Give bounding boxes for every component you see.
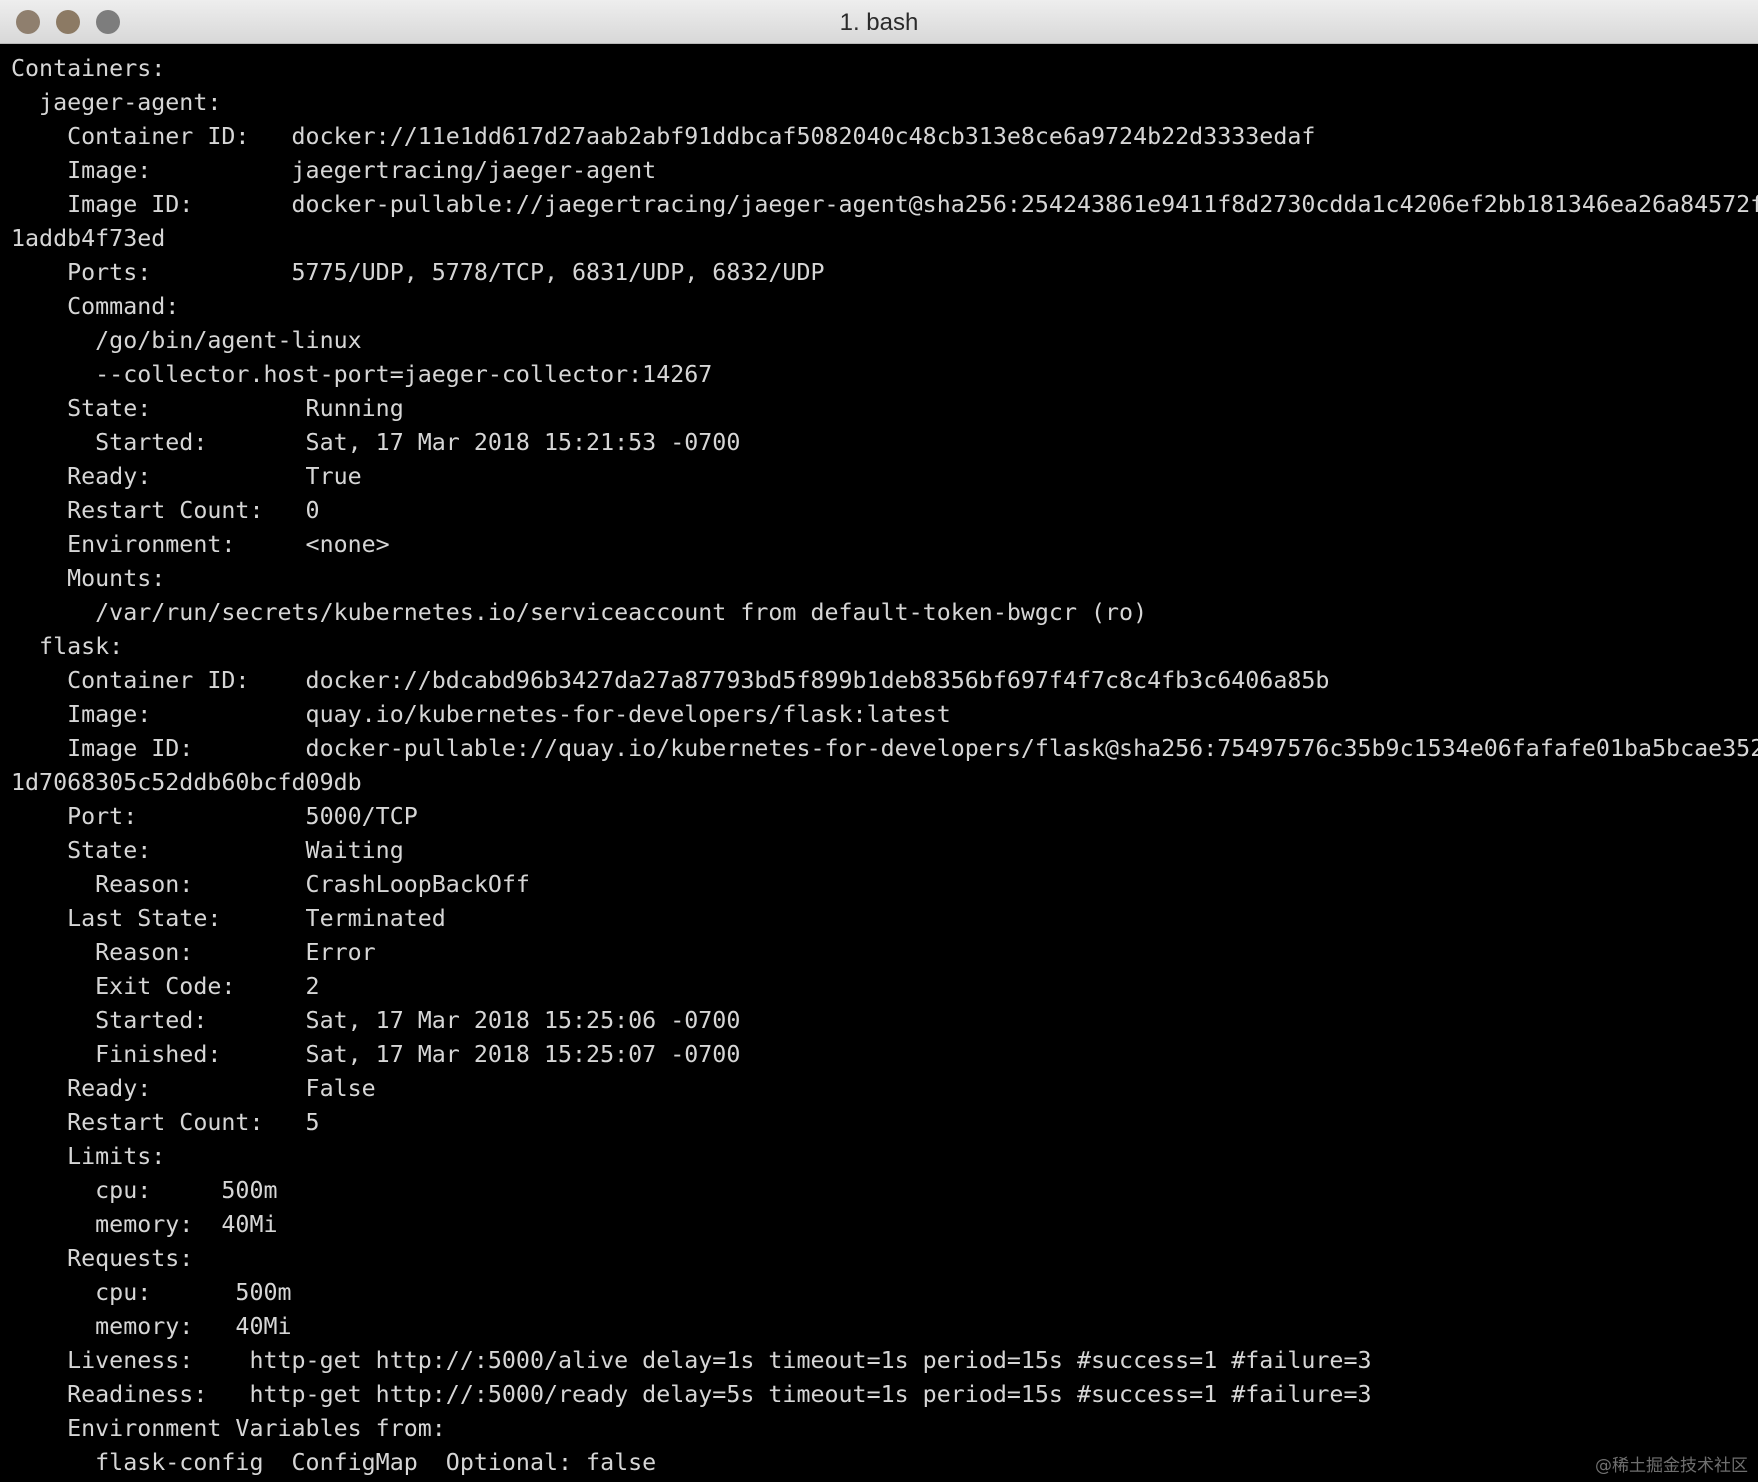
terminal-line: jaeger-agent: [11, 89, 222, 116]
terminal-line: /var/run/secrets/kubernetes.io/serviceac… [11, 599, 1148, 626]
terminal-output[interactable]: Containers: jaeger-agent: Container ID: … [11, 52, 1758, 1482]
terminal-line: Reason: Error [11, 939, 376, 966]
title-bar[interactable]: 1. bash [0, 0, 1758, 44]
terminal-line: memory: 40Mi [11, 1211, 278, 1238]
terminal-line: 1addb4f73ed [11, 225, 166, 252]
terminal-line: flask-config ConfigMap Optional: false [11, 1449, 657, 1476]
terminal-line: Ready: False [11, 1075, 376, 1102]
terminal-line: Requests: [11, 1245, 194, 1272]
terminal-line: Mounts: [11, 565, 166, 592]
terminal-line: Limits: [11, 1143, 166, 1170]
terminal-line: Image: jaegertracing/jaeger-agent [11, 157, 657, 184]
terminal-line: /go/bin/agent-linux [11, 327, 362, 354]
terminal-line: memory: 40Mi [11, 1313, 292, 1340]
terminal-line: Finished: Sat, 17 Mar 2018 15:25:07 -070… [11, 1041, 741, 1068]
terminal-line: Ports: 5775/UDP, 5778/TCP, 6831/UDP, 683… [11, 259, 825, 286]
watermark: @稀土掘金技术社区 [1595, 1456, 1748, 1476]
terminal-line: flask: [11, 633, 124, 660]
terminal-line: Command: [11, 293, 180, 320]
terminal-line: Started: Sat, 17 Mar 2018 15:21:53 -0700 [11, 429, 741, 456]
terminal-window: 1. bash Containers: jaeger-agent: Contai… [0, 0, 1758, 1482]
terminal-line: Liveness: http-get http://:5000/alive de… [11, 1347, 1372, 1374]
terminal-line: Containers: [11, 55, 166, 82]
terminal-line: Container ID: docker://bdcabd96b3427da27… [11, 667, 1330, 694]
terminal-line: State: Waiting [11, 837, 404, 864]
terminal-line: Started: Sat, 17 Mar 2018 15:25:06 -0700 [11, 1007, 741, 1034]
terminal-line: Ready: True [11, 463, 362, 490]
terminal-line: Image ID: docker-pullable://jaegertracin… [11, 191, 1758, 218]
terminal-line: State: Running [11, 395, 404, 422]
terminal-line: cpu: 500m [11, 1177, 278, 1204]
terminal-line: Restart Count: 5 [11, 1109, 320, 1136]
terminal-line: Container ID: docker://11e1dd617d27aab2a… [11, 123, 1316, 150]
terminal-line: Image ID: docker-pullable://quay.io/kube… [11, 735, 1758, 762]
terminal-line: Reason: CrashLoopBackOff [11, 871, 530, 898]
terminal-line: Exit Code: 2 [11, 973, 320, 1000]
terminal-line: Last State: Terminated [11, 905, 446, 932]
terminal-line: Environment: <none> [11, 531, 390, 558]
window-title: 1. bash [839, 9, 919, 36]
terminal-line: Environment Variables from: [11, 1415, 446, 1442]
terminal-line: 1d7068305c52ddb60bcfd09db [11, 769, 362, 796]
terminal-line: Image: quay.io/kubernetes-for-developers… [11, 701, 951, 728]
terminal-line: Readiness: http-get http://:5000/ready d… [11, 1381, 1372, 1408]
terminal-line: Restart Count: 0 [11, 497, 320, 524]
terminal-line: Port: 5000/TCP [11, 803, 418, 830]
terminal-line: cpu: 500m [11, 1279, 292, 1306]
terminal-line: --collector.host-port=jaeger-collector:1… [11, 361, 713, 388]
